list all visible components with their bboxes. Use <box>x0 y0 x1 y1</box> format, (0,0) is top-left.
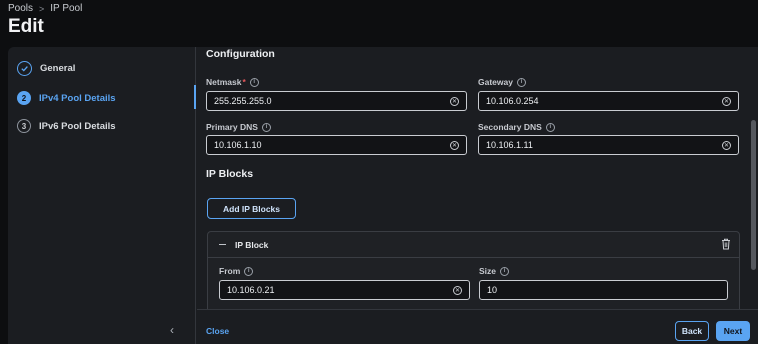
active-step-indicator <box>194 85 196 109</box>
step-number: 2 <box>17 91 31 105</box>
info-icon[interactable]: i <box>545 122 555 132</box>
size-field[interactable]: 10 <box>479 280 728 300</box>
step-general[interactable]: General <box>17 61 75 76</box>
clear-icon[interactable]: ✕ <box>453 285 462 295</box>
secondary-dns-field[interactable]: 10.106.1.11 ✕ <box>478 135 739 155</box>
from-label-text: From <box>219 266 241 276</box>
info-icon[interactable]: i <box>244 266 254 276</box>
collapse-icon[interactable] <box>219 244 226 245</box>
info-icon[interactable]: i <box>500 266 510 276</box>
add-ip-blocks-button[interactable]: Add IP Blocks <box>207 198 296 219</box>
info-icon[interactable]: i <box>249 77 259 87</box>
step-number: 3 <box>17 119 31 133</box>
gateway-label: Gateway i <box>478 77 526 87</box>
scrollbar-thumb[interactable] <box>751 120 756 270</box>
from-value: 10.106.0.21 <box>227 285 275 295</box>
breadcrumb-item-ip-pool: IP Pool <box>50 3 83 14</box>
breadcrumb: Pools > IP Pool <box>8 3 82 14</box>
ip-block-title: IP Block <box>235 240 269 250</box>
size-value: 10 <box>487 285 498 295</box>
primary-dns-label-text: Primary DNS <box>206 122 258 132</box>
primary-dns-value: 10.106.1.10 <box>214 140 262 150</box>
wizard-footer: Close Back Next <box>197 309 758 344</box>
info-icon[interactable]: i <box>261 122 271 132</box>
step-ipv6-pool-details[interactable]: 3 IPv6 Pool Details <box>17 119 116 133</box>
netmask-label-text: Netmask <box>206 77 242 87</box>
gateway-field[interactable]: 10.106.0.254 ✕ <box>478 91 739 111</box>
primary-dns-field[interactable]: 10.106.1.10 ✕ <box>206 135 467 155</box>
netmask-value: 255.255.255.0 <box>214 96 272 106</box>
breadcrumb-item-pools[interactable]: Pools <box>8 3 33 14</box>
breadcrumb-separator: > <box>39 3 45 14</box>
clear-icon[interactable]: ✕ <box>450 96 459 106</box>
ip-blocks-title: IP Blocks <box>206 168 254 180</box>
gateway-label-text: Gateway <box>478 77 513 87</box>
back-button[interactable]: Back <box>675 321 709 341</box>
page-title: Edit <box>8 16 44 37</box>
from-label: From i <box>219 266 254 276</box>
ip-block-header: IP Block <box>208 232 739 258</box>
ip-block-card: IP Block From i 10.106.0.21 ✕ Size i 10 <box>207 231 740 309</box>
info-icon[interactable]: i <box>516 77 526 87</box>
close-link[interactable]: Close <box>206 326 229 336</box>
secondary-dns-value: 10.106.1.11 <box>486 140 533 150</box>
size-label-text: Size <box>479 266 497 276</box>
edit-wizard-card: General 2 IPv4 Pool Details 3 IPv6 Pool … <box>8 47 758 344</box>
netmask-label: Netmask * i <box>206 77 259 87</box>
configuration-title: Configuration <box>206 48 275 60</box>
trash-icon[interactable] <box>721 238 731 250</box>
netmask-field[interactable]: 255.255.255.0 ✕ <box>206 91 467 111</box>
step-ipv4-pool-details[interactable]: 2 IPv4 Pool Details <box>17 91 116 105</box>
size-label: Size i <box>479 266 510 276</box>
content-scrollbar[interactable] <box>749 47 758 309</box>
clear-icon[interactable]: ✕ <box>722 96 731 106</box>
wizard-content: Configuration Netmask * i 255.255.255.0 … <box>197 47 758 309</box>
secondary-dns-label: Secondary DNS i <box>478 122 555 132</box>
secondary-dns-label-text: Secondary DNS <box>478 122 542 132</box>
gateway-value: 10.106.0.254 <box>486 96 539 106</box>
step-label: IPv4 Pool Details <box>39 92 116 104</box>
primary-dns-label: Primary DNS i <box>206 122 271 132</box>
chevron-left-icon[interactable]: ‹ <box>170 323 174 337</box>
from-field[interactable]: 10.106.0.21 ✕ <box>219 280 470 300</box>
check-icon <box>17 61 32 76</box>
step-label: General <box>40 63 76 74</box>
next-button[interactable]: Next <box>716 321 750 341</box>
required-mark: * <box>242 77 246 87</box>
clear-icon[interactable]: ✕ <box>722 140 731 150</box>
step-label: IPv6 Pool Details <box>39 120 116 132</box>
clear-icon[interactable]: ✕ <box>450 140 459 150</box>
wizard-steps-sidebar: General 2 IPv4 Pool Details 3 IPv6 Pool … <box>8 47 196 344</box>
